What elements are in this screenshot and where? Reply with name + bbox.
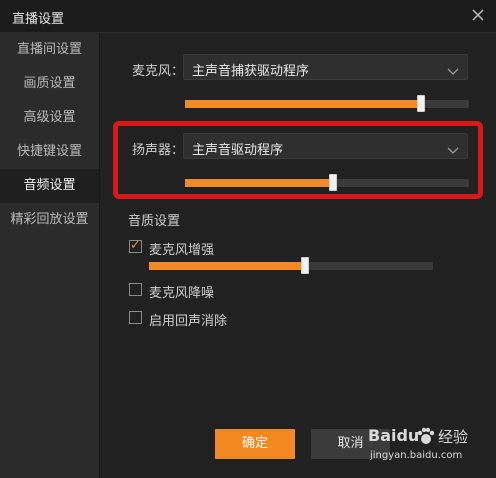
window-title: 直播设置	[12, 12, 65, 27]
sidebar-item-advanced[interactable]: 高级设置	[0, 101, 99, 135]
mic-enhance-slider[interactable]	[149, 257, 433, 274]
sidebar-item-audio[interactable]: 音频设置	[0, 169, 99, 203]
sidebar-item-video-quality[interactable]: 画质设置	[0, 67, 99, 101]
paw-icon	[416, 426, 436, 450]
noise-reduction-label: 麦克风降噪	[149, 286, 215, 301]
audio-quality-section-label: 音质设置	[128, 214, 181, 229]
microphone-volume-slider[interactable]	[185, 95, 469, 112]
close-icon[interactable]	[468, 5, 488, 25]
noise-reduction-checkbox[interactable]: ✓	[129, 283, 142, 296]
baidu-jingyan-watermark: Baidu 经验 jingyan.baidu.com	[368, 424, 488, 468]
sidebar-item-live-room[interactable]: 直播间设置	[0, 33, 99, 67]
microphone-device-value: 主声音捕获驱动程序	[192, 64, 310, 79]
echo-cancel-label: 启用回声消除	[149, 314, 228, 329]
mic-enhance-thumb[interactable]	[301, 257, 310, 274]
echo-cancel-checkbox[interactable]: ✓	[129, 311, 142, 324]
title-bar: 直播设置	[0, 0, 496, 33]
chevron-down-icon	[447, 62, 459, 75]
sidebar-item-hotkeys[interactable]: 快捷键设置	[0, 135, 99, 169]
microphone-volume-fill	[185, 100, 421, 108]
speaker-highlight-annotation	[113, 121, 483, 199]
microphone-label: 麦克风：	[132, 64, 185, 79]
mic-enhance-fill	[149, 262, 306, 270]
watermark-brand-suffix: 经验	[438, 428, 469, 446]
ok-button[interactable]: 确定	[215, 429, 295, 459]
sidebar-item-replay[interactable]: 精彩回放设置	[0, 203, 99, 237]
mic-enhance-checkbox[interactable]: ✓	[129, 238, 142, 253]
microphone-volume-thumb[interactable]	[416, 95, 425, 112]
watermark-brand: Baidu	[368, 426, 420, 445]
microphone-device-select[interactable]: 主声音捕获驱动程序	[183, 54, 468, 80]
watermark-url: jingyan.baidu.com	[370, 450, 463, 461]
mic-enhance-label: 麦克风增强	[149, 243, 215, 258]
live-settings-dialog: 直播设置 直播间设置 画质设置 高级设置 快捷键设置 音频设置 精彩回放设置 麦…	[0, 0, 496, 478]
settings-sidebar: 直播间设置 画质设置 高级设置 快捷键设置 音频设置 精彩回放设置	[0, 33, 100, 478]
checkmark-icon: ✓	[130, 238, 141, 253]
